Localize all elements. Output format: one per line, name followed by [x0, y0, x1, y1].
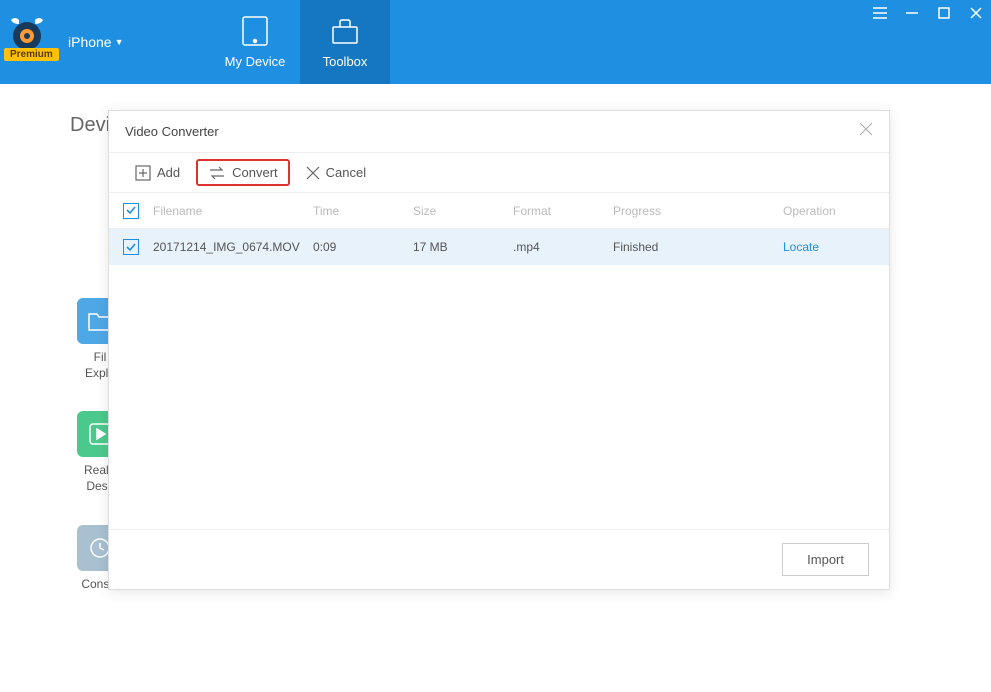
cell-operation: Locate	[783, 240, 889, 254]
toolbox-icon	[330, 16, 360, 46]
minimize-icon[interactable]	[903, 4, 921, 22]
cell-progress: Finished	[613, 240, 783, 254]
tab-label: My Device	[225, 54, 286, 69]
tablet-icon	[240, 16, 270, 46]
x-icon	[306, 166, 320, 180]
device-selector-label: iPhone	[68, 34, 112, 50]
title-bar: Premium iPhone ▼ My Device Toolbox	[0, 0, 991, 84]
col-progress: Progress	[613, 204, 783, 218]
cell-filename: 20171214_IMG_0674.MOV	[153, 240, 313, 254]
plus-square-icon	[135, 165, 151, 181]
convert-label: Convert	[232, 165, 278, 180]
add-button[interactable]: Add	[123, 159, 192, 187]
logo-area: Premium iPhone ▼	[0, 0, 210, 84]
convert-button[interactable]: Convert	[196, 159, 290, 186]
modal-header: Video Converter	[109, 111, 889, 153]
modal-toolbar: Add Convert Cancel	[109, 153, 889, 193]
cancel-label: Cancel	[326, 165, 366, 180]
chevron-down-icon: ▼	[115, 37, 124, 47]
select-all-checkbox[interactable]	[123, 203, 139, 219]
table-row[interactable]: 20171214_IMG_0674.MOV 0:09 17 MB .mp4 Fi…	[109, 229, 889, 265]
window-controls	[871, 4, 985, 22]
cell-size: 17 MB	[413, 240, 513, 254]
tab-label: Toolbox	[323, 54, 368, 69]
header-checkbox-cell	[123, 203, 153, 219]
col-time: Time	[313, 204, 413, 218]
cell-time: 0:09	[313, 240, 413, 254]
video-converter-modal: Video Converter Add Convert Cancel Filen…	[108, 110, 890, 590]
col-size: Size	[413, 204, 513, 218]
col-format: Format	[513, 204, 613, 218]
import-button[interactable]: Import	[782, 543, 869, 576]
swap-icon	[208, 166, 226, 180]
modal-close-button[interactable]	[859, 122, 873, 141]
close-icon[interactable]	[967, 4, 985, 22]
device-selector[interactable]: iPhone ▼	[68, 34, 124, 50]
row-checkbox[interactable]	[123, 239, 139, 255]
premium-badge: Premium	[4, 48, 59, 61]
tab-toolbox[interactable]: Toolbox	[300, 0, 390, 84]
col-filename: Filename	[153, 204, 313, 218]
row-checkbox-cell	[123, 239, 153, 255]
col-operation: Operation	[783, 204, 889, 218]
modal-title: Video Converter	[125, 124, 219, 139]
cell-format: .mp4	[513, 240, 613, 254]
tab-my-device[interactable]: My Device	[210, 0, 300, 84]
maximize-icon[interactable]	[935, 4, 953, 22]
add-label: Add	[157, 165, 180, 180]
table-header: Filename Time Size Format Progress Opera…	[109, 193, 889, 229]
locate-link[interactable]: Locate	[783, 240, 819, 254]
cancel-button[interactable]: Cancel	[294, 159, 378, 186]
modal-footer: Import	[109, 529, 889, 589]
menu-icon[interactable]	[871, 4, 889, 22]
